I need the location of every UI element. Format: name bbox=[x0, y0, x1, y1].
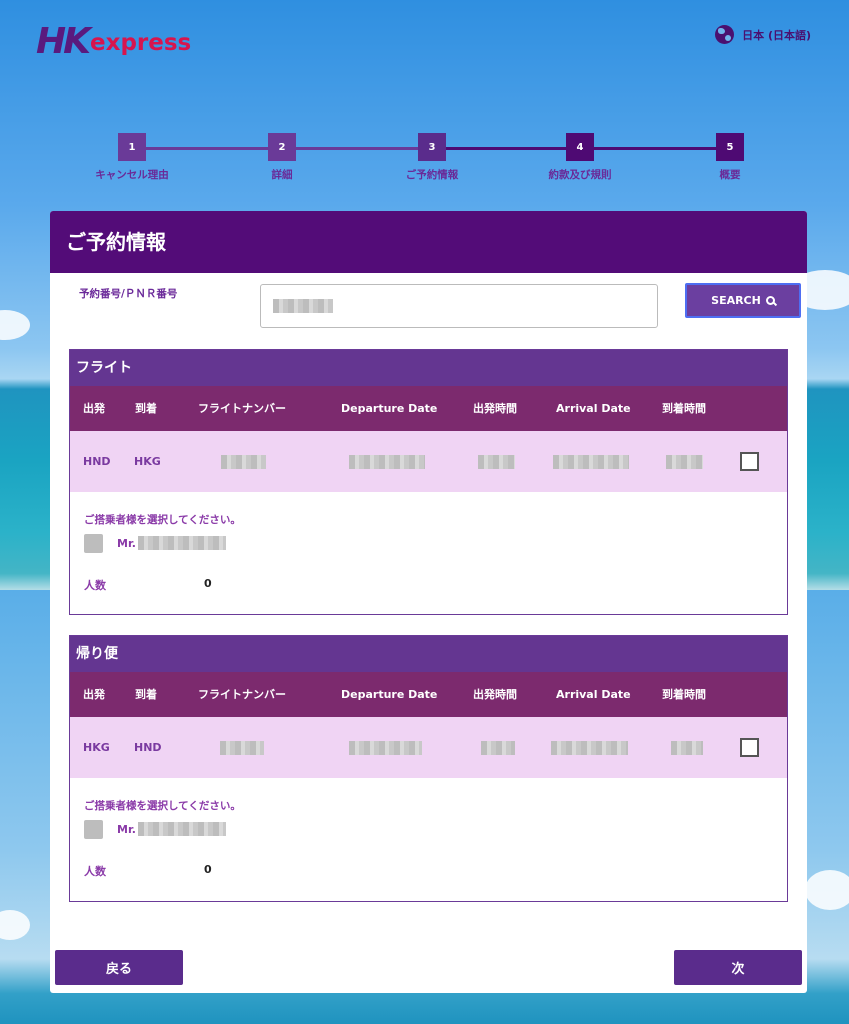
col-arrival-time: 到着時間 bbox=[662, 402, 706, 415]
step-label: 詳細 bbox=[271, 169, 293, 181]
passenger-name: Mr. bbox=[117, 536, 226, 550]
column-headers: 出発 到着 フライトナンバー Departure Date 出発時間 Arriv… bbox=[70, 386, 787, 431]
language-label: 日本 (日本語) bbox=[742, 28, 811, 42]
redacted-arrival-time bbox=[671, 741, 703, 755]
step-number: 4 bbox=[566, 133, 594, 161]
passenger-selection: ご搭乗者様を選択してください。 Mr. 人数 0 bbox=[70, 778, 787, 900]
step-label: ご予約情報 bbox=[405, 169, 459, 181]
passenger-count: 0 bbox=[204, 863, 212, 876]
search-icon bbox=[765, 296, 775, 305]
destination-code: HND bbox=[134, 741, 162, 754]
col-departure-time: 出発時間 bbox=[473, 402, 517, 415]
return-flight-section: 帰り便 出発 到着 フライトナンバー Departure Date 出発時間 A… bbox=[69, 635, 788, 902]
logo-express: express bbox=[90, 30, 192, 56]
col-arrival-date: Arrival Date bbox=[556, 402, 631, 415]
globe-icon bbox=[715, 25, 735, 44]
col-flight-number: フライトナンバー bbox=[198, 402, 286, 415]
pnr-label: 予約番号/ＰＮＲ番号 bbox=[79, 288, 178, 300]
passenger-title: Mr. bbox=[117, 822, 136, 836]
passenger-name: Mr. bbox=[117, 822, 226, 836]
redacted-arrival-date bbox=[553, 455, 629, 469]
cloud bbox=[805, 870, 849, 910]
redacted-arrival-time bbox=[666, 455, 703, 469]
section-title: 帰り便 bbox=[70, 636, 787, 672]
language-selector[interactable]: 日本 (日本語) bbox=[715, 25, 811, 44]
section-title: フライト bbox=[70, 350, 787, 386]
col-destination: 到着 bbox=[135, 688, 157, 701]
redacted-pnr bbox=[273, 299, 333, 313]
flight-select-checkbox[interactable] bbox=[740, 452, 759, 471]
passenger-checkbox[interactable] bbox=[84, 820, 103, 839]
next-button[interactable]: 次 bbox=[674, 950, 802, 985]
redacted-passenger-name bbox=[137, 536, 226, 550]
pnr-input[interactable] bbox=[260, 284, 658, 328]
col-flight-number: フライトナンバー bbox=[198, 688, 286, 701]
step-label: 約款及び規則 bbox=[548, 169, 612, 181]
col-arrival-date: Arrival Date bbox=[556, 688, 631, 701]
column-headers: 出発 到着 フライトナンバー Departure Date 出発時間 Arriv… bbox=[70, 672, 787, 717]
origin-code: HKG bbox=[83, 741, 110, 754]
step-number: 5 bbox=[716, 133, 744, 161]
destination-code: HKG bbox=[134, 455, 161, 468]
redacted-departure-time bbox=[478, 455, 515, 469]
redacted-departure-time bbox=[481, 741, 515, 755]
progress-stepper: 1 キャンセル理由 2 詳細 3 ご予約情報 4 約款及び規則 5 概要 bbox=[0, 133, 849, 183]
col-origin: 出発 bbox=[83, 688, 105, 701]
back-button[interactable]: 戻る bbox=[55, 950, 183, 985]
col-arrival-time: 到着時間 bbox=[662, 688, 706, 701]
step-number: 1 bbox=[118, 133, 146, 161]
hk-express-logo[interactable]: HK express bbox=[36, 22, 191, 62]
booking-card: ご予約情報 予約番号/ＰＮＲ番号 SEARCH フライト 出発 到着 フライトナ… bbox=[50, 211, 807, 993]
step-1: 1 キャンセル理由 bbox=[77, 133, 187, 182]
col-departure-date: Departure Date bbox=[341, 402, 438, 415]
passenger-title: Mr. bbox=[117, 536, 136, 550]
passenger-count-label: 人数 bbox=[84, 865, 106, 878]
col-departure-date: Departure Date bbox=[341, 688, 438, 701]
step-number: 3 bbox=[418, 133, 446, 161]
passenger-prompt: ご搭乗者様を選択してください。 bbox=[84, 514, 241, 526]
flight-select-checkbox[interactable] bbox=[740, 738, 759, 757]
passenger-prompt: ご搭乗者様を選択してください。 bbox=[84, 800, 241, 812]
origin-code: HND bbox=[83, 455, 111, 468]
redacted-passenger-name bbox=[137, 822, 226, 836]
flight-row: HND HKG bbox=[70, 431, 787, 492]
col-origin: 出発 bbox=[83, 402, 105, 415]
passenger-checkbox[interactable] bbox=[84, 534, 103, 553]
search-button[interactable]: SEARCH bbox=[685, 283, 801, 318]
passenger-count-label: 人数 bbox=[84, 579, 106, 592]
step-5: 5 概要 bbox=[675, 133, 785, 182]
col-departure-time: 出発時間 bbox=[473, 688, 517, 701]
redacted-arrival-date bbox=[551, 741, 628, 755]
redacted-flight-number bbox=[221, 455, 266, 469]
search-label: SEARCH bbox=[711, 294, 761, 307]
page-title: ご予約情報 bbox=[50, 211, 807, 273]
logo-hk: HK bbox=[36, 21, 91, 62]
redacted-flight-number bbox=[220, 741, 264, 755]
col-destination: 到着 bbox=[135, 402, 157, 415]
step-3: 3 ご予約情報 bbox=[377, 133, 487, 182]
step-label: キャンセル理由 bbox=[95, 169, 169, 181]
step-4: 4 約款及び規則 bbox=[525, 133, 635, 182]
step-label: 概要 bbox=[719, 169, 741, 181]
passenger-count: 0 bbox=[204, 577, 212, 590]
passenger-selection: ご搭乗者様を選択してください。 Mr. 人数 0 bbox=[70, 492, 787, 614]
step-2: 2 詳細 bbox=[227, 133, 337, 182]
redacted-departure-date bbox=[349, 741, 422, 755]
outbound-flight-section: フライト 出発 到着 フライトナンバー Departure Date 出発時間 … bbox=[69, 349, 788, 615]
redacted-departure-date bbox=[349, 455, 425, 469]
step-number: 2 bbox=[268, 133, 296, 161]
cloud bbox=[0, 310, 30, 340]
flight-row: HKG HND bbox=[70, 717, 787, 778]
